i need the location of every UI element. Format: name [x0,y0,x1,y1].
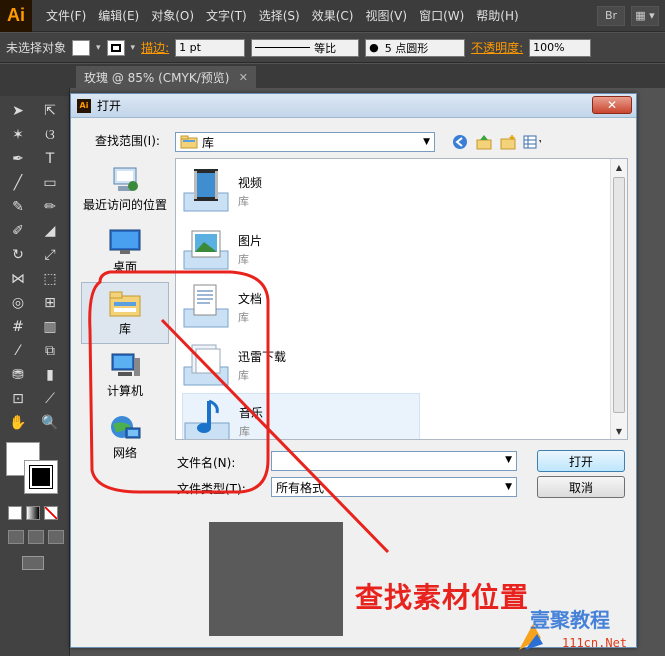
watermark-text: 壹聚教程 [530,608,610,632]
annotation-highlight-ring [88,270,270,494]
annotation-text: 查找素材位置 [355,581,530,614]
annotation-arrow-line [160,318,390,554]
annotation-overlay [88,270,390,554]
watermark-url: 111cn.Net [562,636,628,650]
